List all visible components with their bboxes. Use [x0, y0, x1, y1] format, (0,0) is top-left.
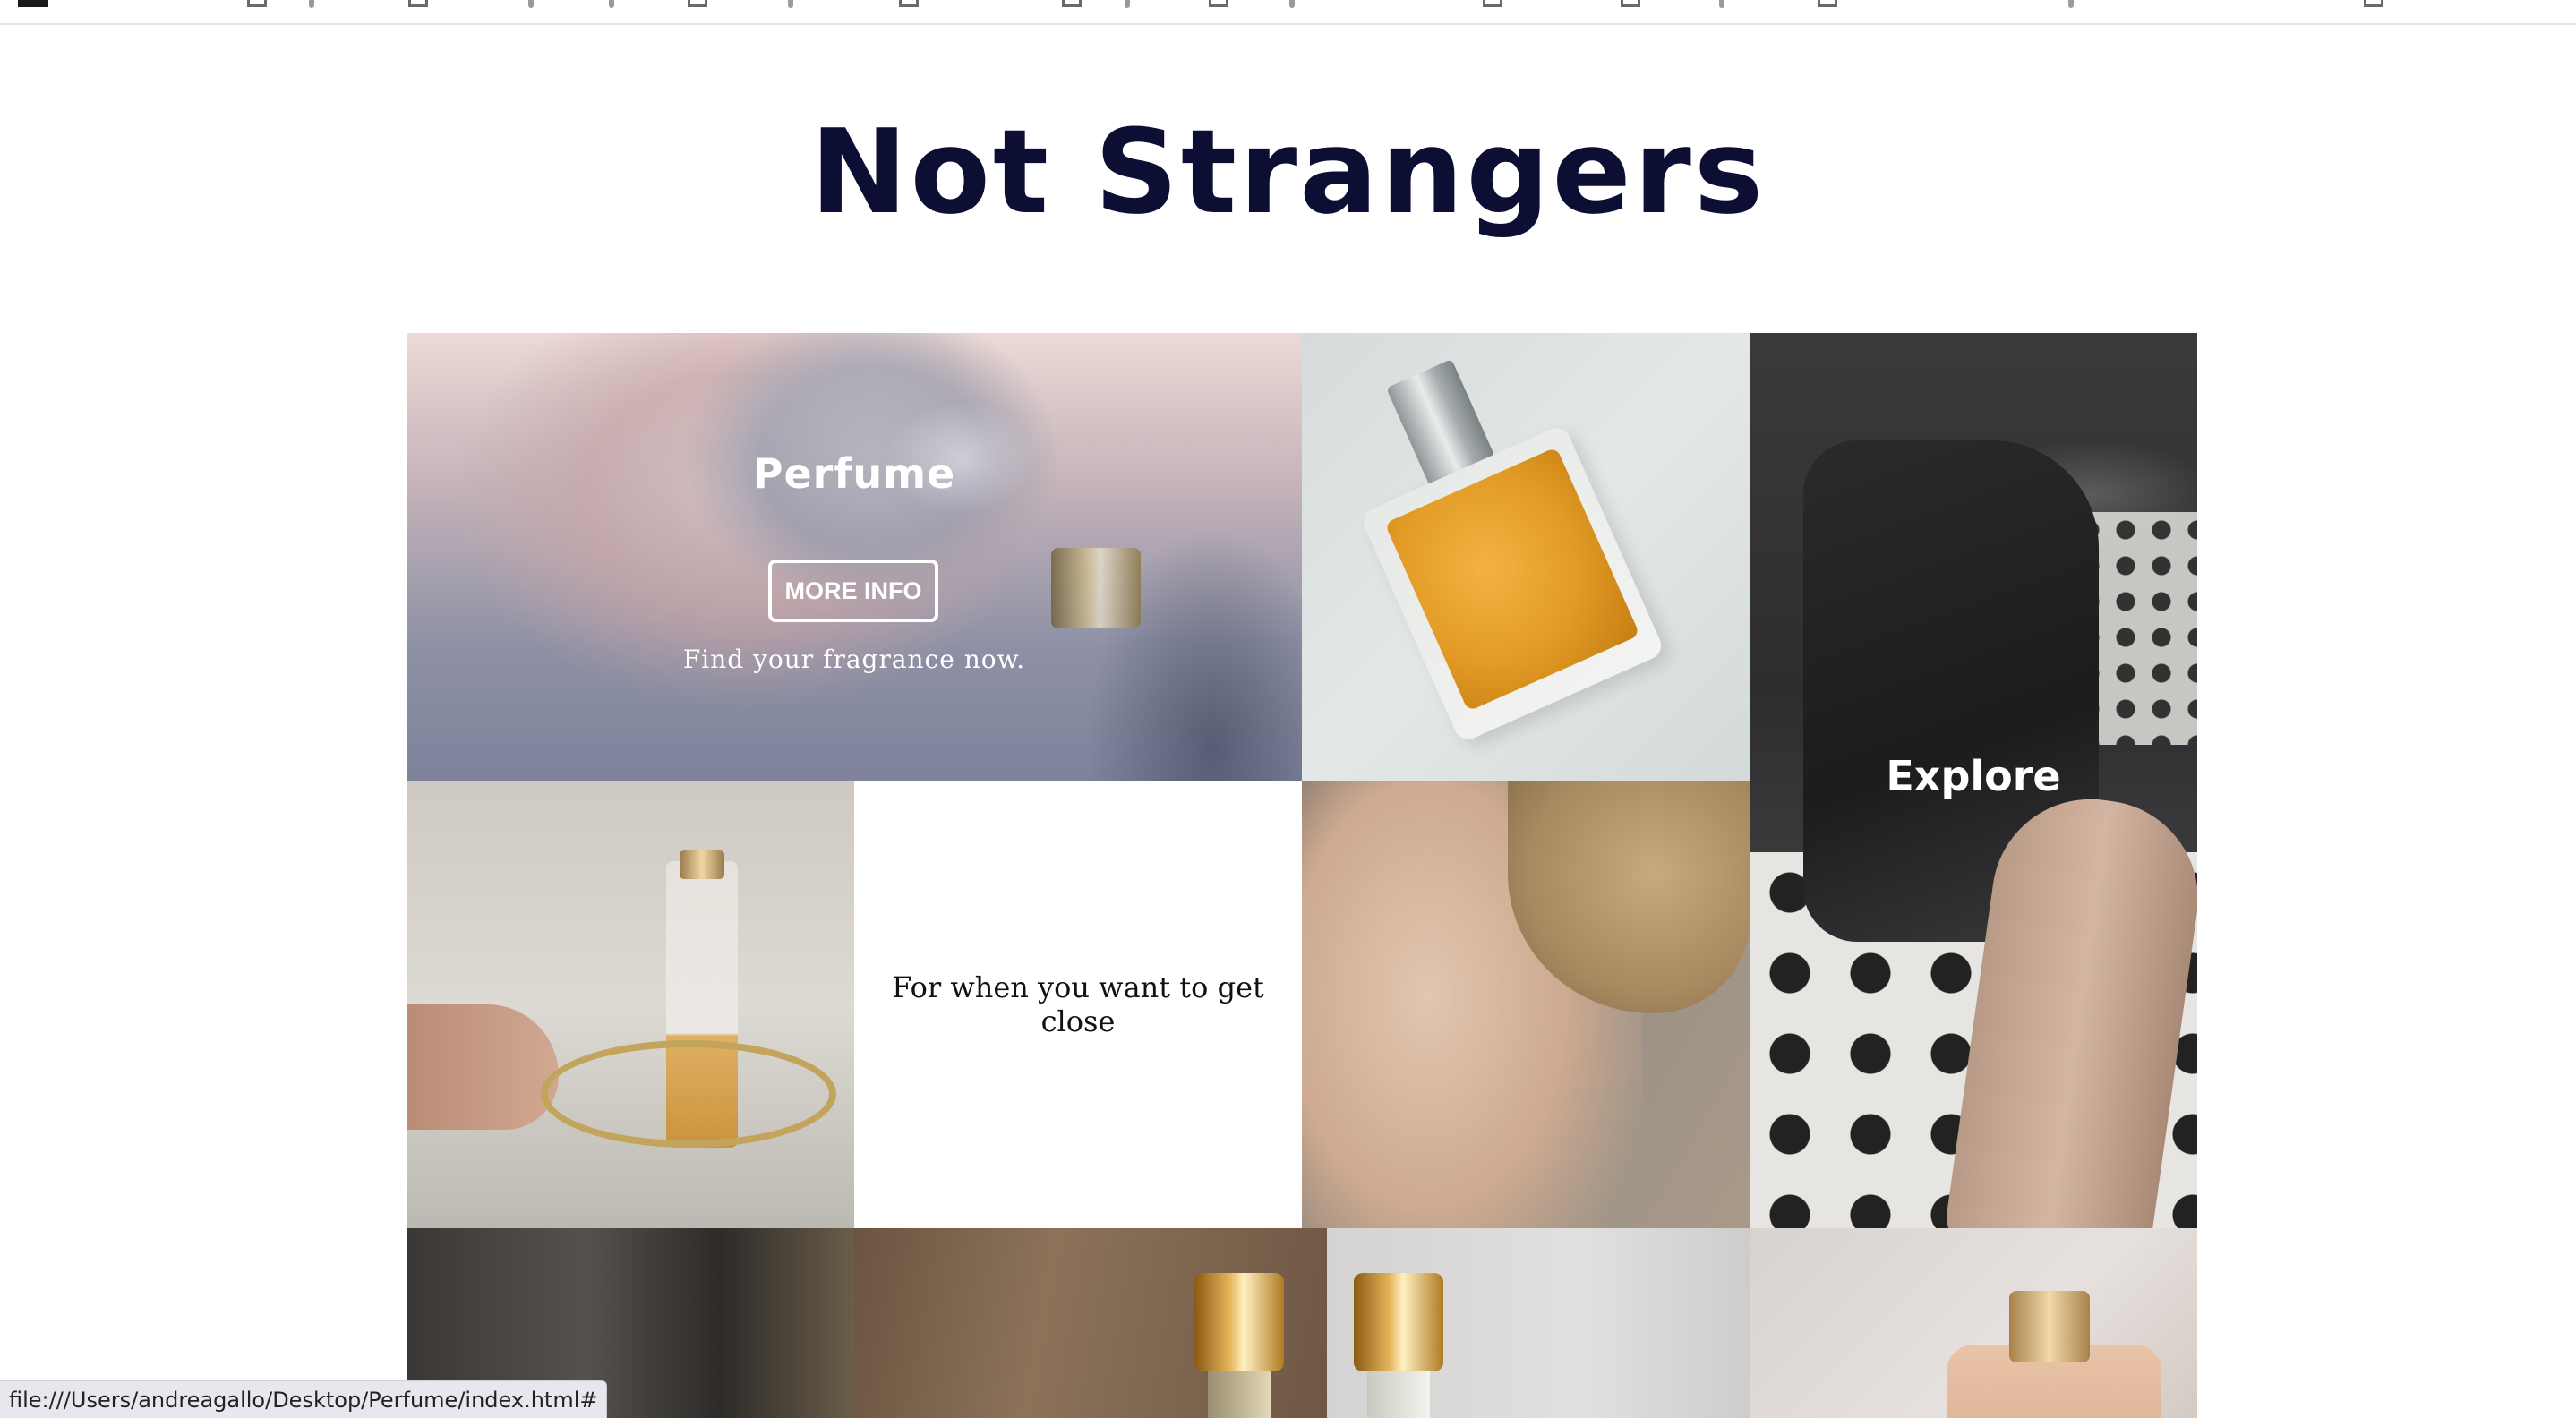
tagline-close: For when you want to get close [892, 970, 1264, 1038]
explore-tile[interactable]: Explore [1750, 333, 2197, 1228]
toolbar-fragment [1289, 0, 1295, 8]
bottle-cap-shape [2009, 1291, 2090, 1362]
explore-heading: Explore [1886, 752, 2061, 800]
toolbar-fragment [247, 0, 267, 7]
toolbar-fragment [309, 0, 314, 8]
toolbar-fragment [408, 0, 428, 7]
toolbar-fragment [1818, 0, 1837, 7]
toolbar-fragment [609, 0, 614, 8]
perfume-heading: Perfume [752, 449, 956, 498]
more-info-button[interactable]: MORE INFO [768, 560, 938, 622]
gallery-grid: Perfume MORE INFO Find your fragrance no… [407, 333, 2197, 1418]
toolbar-fragment [899, 0, 919, 7]
image-overlay [407, 333, 1302, 781]
toolbar-fragment [2068, 0, 2074, 8]
bottle-shape [1367, 1371, 1430, 1418]
toolbar-fragment [1483, 0, 1502, 7]
toolbar-fragment [1209, 0, 1228, 7]
gallery-image [1750, 1228, 2197, 1418]
toolbar-fragment [788, 0, 793, 8]
perfume-tray-image [407, 781, 854, 1228]
bottle-cap-shape [680, 850, 724, 879]
site-title: Not Strangers [809, 104, 1767, 240]
gallery-image [854, 1228, 1327, 1418]
status-bar-url: file:///Users/andreagallo/Desktop/Perfum… [0, 1380, 608, 1418]
toolbar-fragment [1621, 0, 1640, 7]
tray-shape [541, 1040, 836, 1148]
amber-bottle-image [1302, 333, 1750, 781]
toolbar-fragment [18, 0, 48, 7]
toolbar-fragment [1062, 0, 1082, 7]
perfume-tagline: Find your fragrance now. [682, 645, 1026, 674]
perfume-tile: Perfume MORE INFO Find your fragrance no… [407, 333, 1302, 781]
bottle-cap-shape [1194, 1273, 1284, 1371]
toolbar-fragment [2364, 0, 2383, 7]
browser-toolbar-strip [0, 0, 2576, 25]
toolbar-fragment [688, 0, 707, 7]
toolbar-fragment [1719, 0, 1724, 8]
toolbar-fragment [1125, 0, 1130, 8]
woman-spraying-image [1302, 781, 1750, 1228]
bottle-cap-shape [1354, 1273, 1443, 1371]
gallery-image [1327, 1228, 1750, 1418]
text-tile: For when you want to get close [854, 781, 1302, 1228]
bottle-shape [1208, 1371, 1271, 1418]
toolbar-fragment [528, 0, 534, 8]
hand-shape [407, 1004, 559, 1130]
